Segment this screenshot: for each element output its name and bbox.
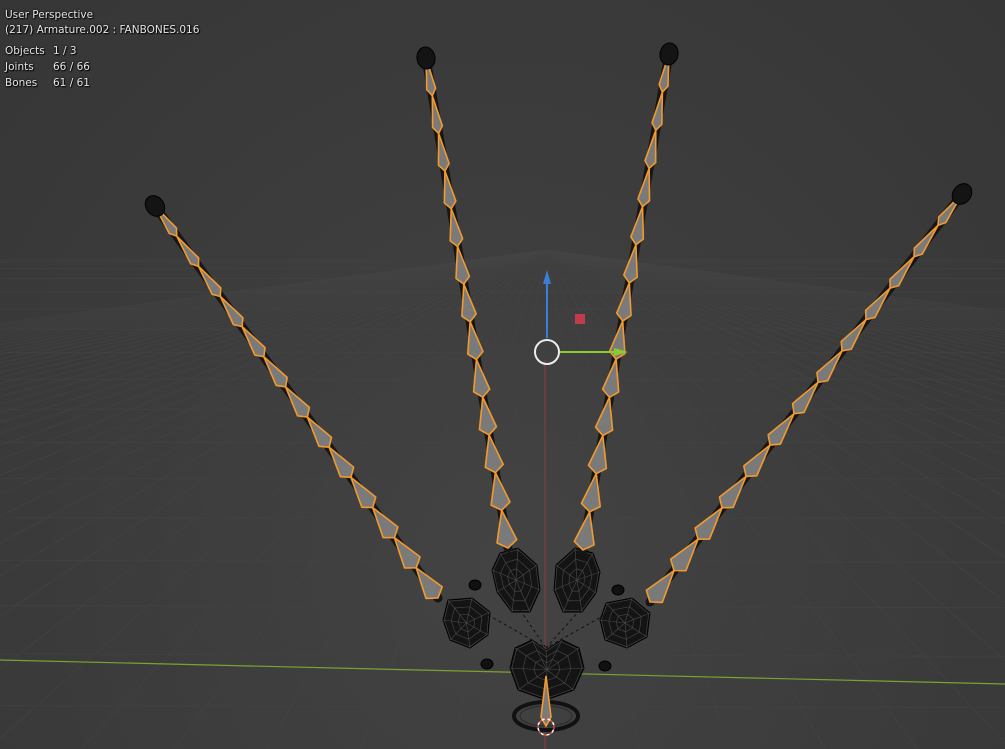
grid-line [0, 249, 547, 544]
gizmo-center-circle[interactable] [534, 339, 560, 365]
bone-chain-far-right-bone[interactable] [669, 538, 699, 572]
bone-chain-left[interactable] [415, 46, 518, 553]
mesh-dot [598, 660, 612, 672]
grid-line [0, 605, 1005, 609]
bone-chain-far-left-bone[interactable] [350, 476, 377, 509]
mesh-dot [611, 584, 625, 596]
grid-line [0, 705, 1005, 709]
bone-chain-far-right-bone[interactable] [743, 444, 771, 478]
bone-chain-far-right-bone[interactable] [718, 475, 747, 509]
armature-bones[interactable] [141, 42, 976, 728]
mesh-inner-right [553, 547, 601, 613]
mesh-inner-left [491, 547, 541, 613]
bone-chain-far-left-bone[interactable] [328, 446, 355, 479]
bone-chain-far-right-bone[interactable] [913, 224, 939, 258]
gizmo-plane-handle[interactable] [575, 314, 585, 324]
bone-chain-far-right-bone[interactable] [645, 569, 675, 604]
viewport-scene[interactable] [0, 0, 1005, 749]
mesh-outer-left [442, 597, 491, 649]
relationship-line [482, 611, 547, 649]
bone-chain-far-left-bone[interactable] [393, 536, 421, 569]
3d-viewport[interactable]: User Perspective (217) Armature.002 : FA… [0, 0, 1005, 749]
bone-chain-right[interactable] [573, 42, 679, 555]
bone-chain-far-right-bone[interactable] [767, 412, 795, 446]
grid-line [173, 249, 547, 749]
transform-gizmo[interactable] [534, 270, 628, 365]
mesh-dot [480, 658, 494, 670]
grid-line [0, 653, 1005, 657]
bone-chain-far-right[interactable] [645, 180, 975, 607]
bone-chain-far-left-bone[interactable] [284, 386, 311, 418]
mesh-dot [468, 579, 482, 591]
bone-chain-far-left-bone[interactable] [415, 567, 443, 600]
bone-chain-far-left[interactable] [141, 192, 443, 603]
bone-chain-left-tip [416, 46, 436, 70]
bone-chain-right-tip [659, 42, 679, 66]
mesh-outer-right [599, 597, 651, 649]
bone-chain-far-right-bone[interactable] [889, 255, 915, 289]
bone-chain-far-left-bone[interactable] [175, 235, 200, 268]
